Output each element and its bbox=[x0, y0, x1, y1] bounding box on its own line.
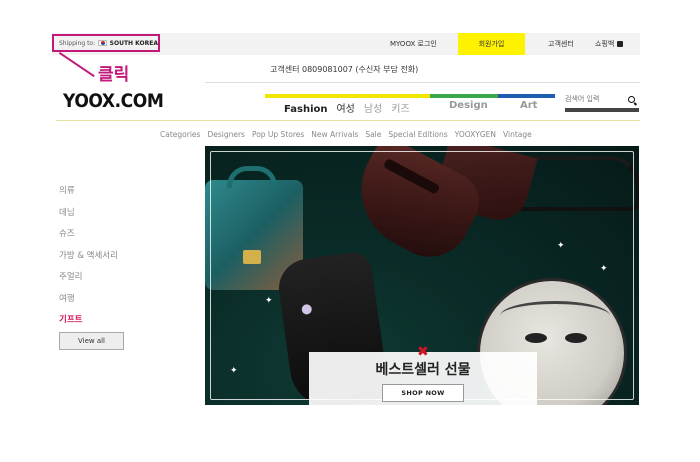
subnav-designers[interactable]: Designers bbox=[207, 130, 245, 139]
sidebar-item-bags-accessories[interactable]: 가방 & 액세서리 bbox=[59, 249, 118, 271]
shopping-bag-label: 쇼핑백 bbox=[595, 40, 615, 48]
promo-box: ✖ 베스트셀러 선물 SHOP NOW bbox=[309, 344, 537, 405]
category-sidebar: 의류 데님 슈즈 가방 & 액세서리 주얼리 여행 기프트 bbox=[59, 184, 118, 335]
annotation-label: 클릭 bbox=[98, 65, 130, 85]
join-button[interactable]: 회원가입 bbox=[458, 33, 525, 55]
nav-kids[interactable]: 키즈 bbox=[391, 100, 409, 115]
nav-fashion[interactable]: Fashion bbox=[284, 104, 327, 115]
divider bbox=[205, 82, 640, 83]
subnav-vintage[interactable]: Vintage bbox=[503, 130, 532, 139]
sidebar-item-shoes[interactable]: 슈즈 bbox=[59, 227, 118, 249]
subnav-special-editions[interactable]: Special Editions bbox=[388, 130, 447, 139]
subnav-sale[interactable]: Sale bbox=[365, 130, 381, 139]
design-color-bar bbox=[430, 94, 498, 98]
promo-title: 베스트셀러 선물 bbox=[375, 362, 471, 378]
customer-service-phone: 고객센터 0809081007 (수신자 부담 전화) bbox=[270, 65, 419, 74]
shopping-bag-icon bbox=[617, 41, 624, 47]
subnav-categories[interactable]: Categories bbox=[160, 130, 200, 139]
sidebar-item-denim[interactable]: 데님 bbox=[59, 206, 118, 228]
nav-art[interactable]: Art bbox=[520, 100, 537, 111]
search-icon[interactable] bbox=[628, 96, 635, 103]
sidebar-item-jewelry[interactable]: 주얼리 bbox=[59, 270, 118, 292]
search-input[interactable] bbox=[565, 95, 625, 103]
shipping-selector[interactable]: Shipping to: SOUTH KOREA bbox=[52, 34, 160, 52]
nav-women[interactable]: 여성 bbox=[336, 100, 354, 115]
login-link[interactable]: MYOOX 로그인 bbox=[390, 33, 437, 55]
subnav-new-arrivals[interactable]: New Arrivals bbox=[311, 130, 358, 139]
header-divider bbox=[56, 120, 640, 121]
sub-navigation: Categories Designers Pop Up Stores New A… bbox=[160, 130, 532, 139]
nav-men[interactable]: 남성 bbox=[364, 100, 382, 115]
site-logo[interactable]: YOOX.COM bbox=[63, 90, 164, 112]
subnav-yooxygen[interactable]: YOOXYGEN bbox=[455, 130, 496, 139]
annotation-arrow bbox=[58, 52, 95, 78]
korea-flag-icon bbox=[98, 40, 107, 46]
view-all-button[interactable]: View all bbox=[59, 332, 124, 350]
fashion-nav: Fashion 여성 남성 키즈 bbox=[284, 100, 410, 115]
shipping-label: Shipping to: bbox=[59, 39, 96, 47]
art-color-bar bbox=[498, 94, 555, 98]
sidebar-item-clothing[interactable]: 의류 bbox=[59, 184, 118, 206]
customer-service-link[interactable]: 고객센터 bbox=[548, 33, 574, 55]
nav-design[interactable]: Design bbox=[449, 100, 488, 111]
shipping-country: SOUTH KOREA bbox=[109, 39, 158, 47]
fashion-color-bar bbox=[265, 94, 430, 98]
shop-now-button[interactable]: SHOP NOW bbox=[382, 384, 464, 402]
gift-bow-icon: ✖ bbox=[417, 344, 429, 360]
subnav-pop-up-stores[interactable]: Pop Up Stores bbox=[252, 130, 304, 139]
hero-banner[interactable]: ✦ ✦ ✦ ✦ ✖ 베스트셀러 선물 SHOP NOW bbox=[205, 146, 639, 405]
sidebar-item-travel[interactable]: 여행 bbox=[59, 292, 118, 314]
shopping-bag-link[interactable]: 쇼핑백 bbox=[595, 33, 624, 55]
search-box bbox=[565, 93, 639, 112]
